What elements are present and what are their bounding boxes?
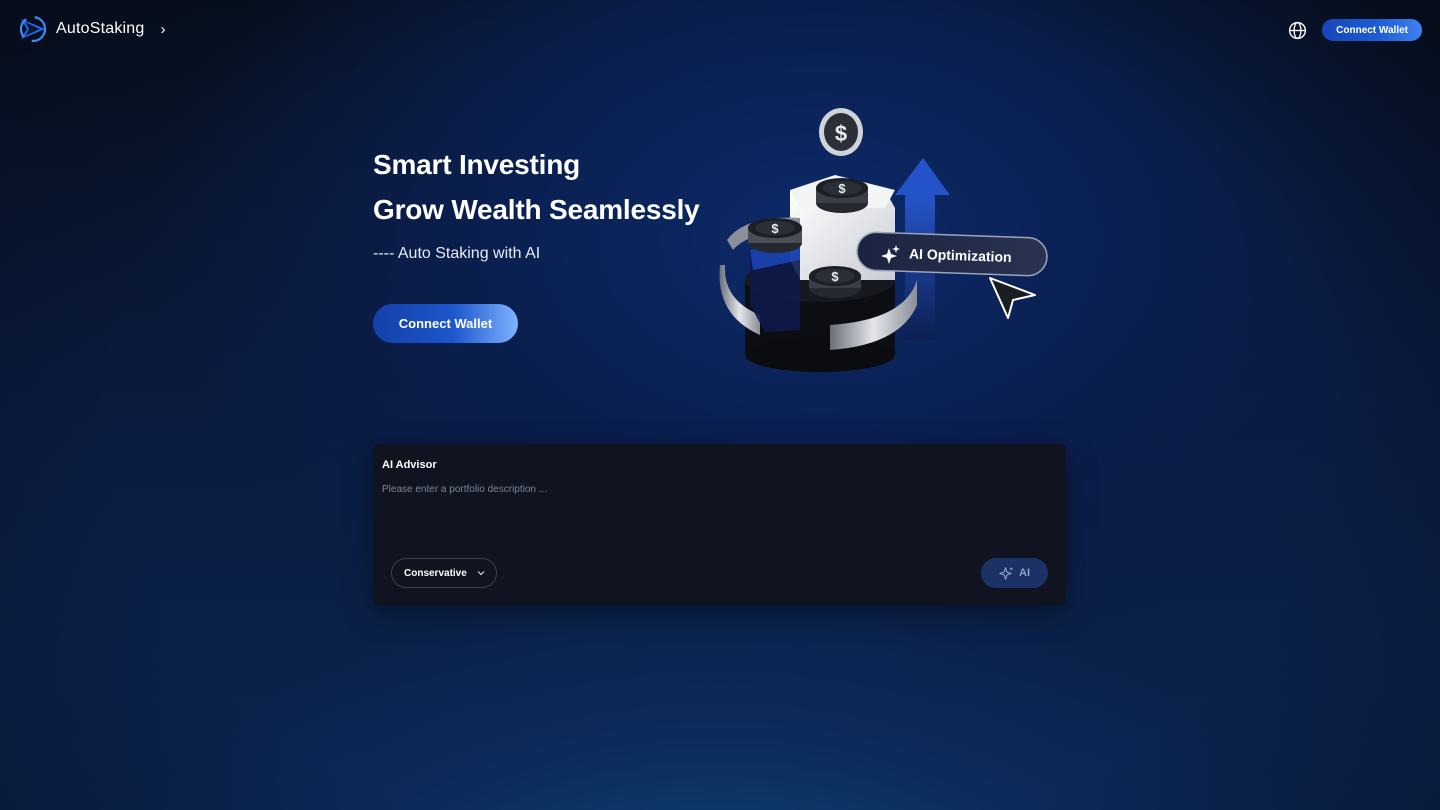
coin-stack-top-icon: $ <box>816 178 868 213</box>
ai-optimization-badge: AI Optimization <box>856 231 1048 277</box>
ai-advisor-title: AI Advisor <box>382 459 437 471</box>
ai-advisor-panel: AI Advisor Conservative AI <box>373 444 1066 605</box>
brand-name: AutoStaking <box>56 20 145 37</box>
hero-title-line1: Smart Investing <box>373 149 581 180</box>
hero-title: Smart Investing Grow Wealth Seamlessly <box>373 142 700 232</box>
ai-button-label: AI <box>1019 567 1030 579</box>
chevron-right-icon: › <box>160 20 166 38</box>
svg-text:$: $ <box>838 181 846 196</box>
svg-text:$: $ <box>831 269 839 284</box>
header-connect-wallet-button[interactable]: Connect Wallet <box>1322 19 1422 41</box>
svg-text:$: $ <box>835 121 847 146</box>
hero-connect-wallet-button[interactable]: Connect Wallet <box>373 304 518 343</box>
portfolio-description-input[interactable] <box>382 484 1052 544</box>
hero-subtitle: ---- Auto Staking with AI <box>373 245 541 262</box>
hero-title-line2: Grow Wealth Seamlessly <box>373 194 700 225</box>
header-actions: Connect Wallet <box>1288 19 1422 41</box>
risk-profile-label: Conservative <box>404 567 467 579</box>
cursor-pointer-icon <box>989 277 1036 319</box>
floating-coin-icon: $ <box>819 108 863 156</box>
ai-submit-button[interactable]: AI <box>981 558 1048 588</box>
chevron-down-icon <box>477 571 485 576</box>
autostaking-logo-icon <box>19 15 47 43</box>
sparkle-icon <box>999 566 1014 580</box>
coin-stack-left-icon: $ <box>748 218 802 253</box>
globe-icon[interactable] <box>1288 21 1307 40</box>
hero-illustration: $ $ $ $ AI Optimization <box>719 108 1048 372</box>
brand[interactable]: AutoStaking › <box>18 14 165 44</box>
coin-stack-front-icon: $ <box>809 266 861 298</box>
svg-text:$: $ <box>771 221 779 236</box>
risk-profile-select[interactable]: Conservative <box>391 558 497 588</box>
